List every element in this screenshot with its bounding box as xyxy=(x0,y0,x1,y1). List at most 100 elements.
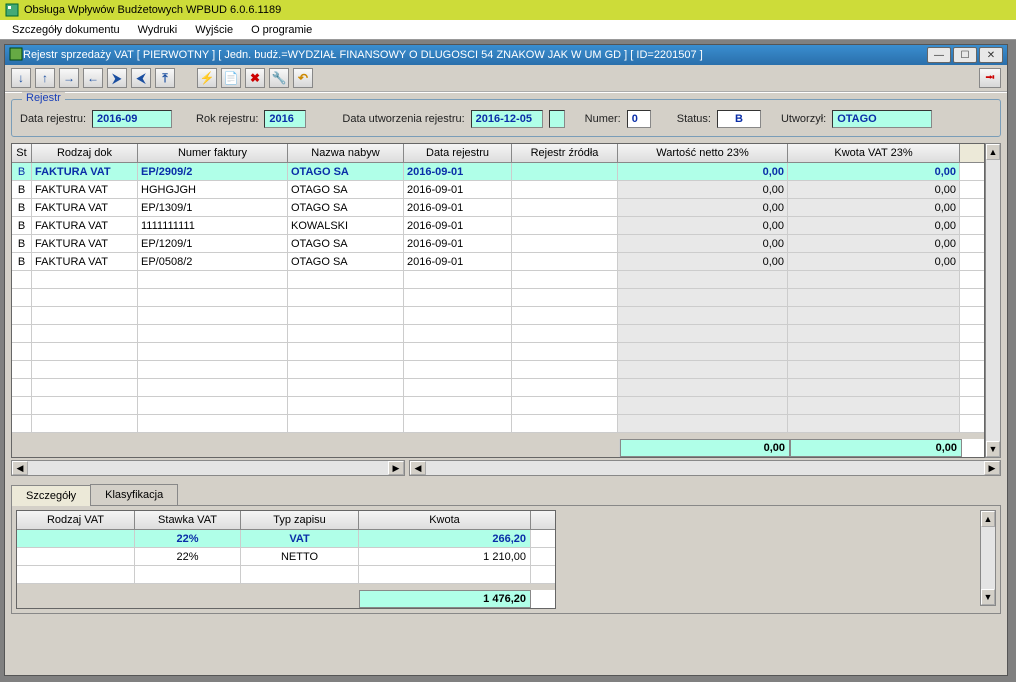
app-icon xyxy=(4,2,20,18)
menu-wydruki[interactable]: Wydruki xyxy=(130,22,186,38)
action-undo-icon[interactable]: ↶ xyxy=(293,68,313,88)
table-row[interactable] xyxy=(12,325,984,343)
nav-left-icon[interactable]: ← xyxy=(83,68,103,88)
detail-grid[interactable]: Rodzaj VAT Stawka VAT Typ zapisu Kwota 2… xyxy=(16,510,556,609)
detail-row[interactable]: 22%NETTO1 210,00 xyxy=(17,548,555,566)
total-netto: 0,00 xyxy=(620,439,790,457)
col-netto[interactable]: Wartość netto 23% xyxy=(618,144,788,162)
dcol-rodzaj[interactable]: Rodzaj VAT xyxy=(17,511,135,529)
table-row[interactable]: BFAKTURA VATHGHGJGHOTAGO SA2016-09-010,0… xyxy=(12,181,984,199)
table-row[interactable] xyxy=(12,415,984,433)
utworz-extra[interactable] xyxy=(549,110,565,128)
action-lightning-icon[interactable]: ⚡ xyxy=(197,68,217,88)
hscroll-left-r-icon[interactable]: ▶ xyxy=(388,461,404,475)
table-row[interactable] xyxy=(12,397,984,415)
grid-vscroll[interactable]: ▲ ▼ xyxy=(985,143,1001,458)
scroll-up-icon[interactable]: ▲ xyxy=(986,144,1000,160)
detail-total: 1 476,20 xyxy=(359,590,531,608)
table-row[interactable] xyxy=(12,289,984,307)
table-row[interactable] xyxy=(12,361,984,379)
mdi-icon xyxy=(9,47,23,64)
table-row[interactable] xyxy=(12,307,984,325)
table-row[interactable]: BFAKTURA VATEP/1309/1OTAGO SA2016-09-010… xyxy=(12,199,984,217)
mdi-window: Rejestr sprzedaży VAT [ PIERWOTNY ] [ Je… xyxy=(4,44,1008,676)
hscroll-left[interactable]: ◀▶ xyxy=(11,460,405,476)
detail-header: Rodzaj VAT Stawka VAT Typ zapisu Kwota xyxy=(17,511,555,530)
table-row[interactable]: BFAKTURA VATEP/2909/2OTAGO SA2016-09-010… xyxy=(12,163,984,181)
menu-szczegoly[interactable]: Szczegóły dokumentu xyxy=(4,22,128,38)
tab-szczegoly[interactable]: Szczegóły xyxy=(11,485,91,506)
rok-field[interactable]: 2016 xyxy=(264,110,306,128)
toolbar: ↓ ↑ → ← ⮞ ⮜ ⤒ ⚡ 📄 ✖ 🔧 ↶ ⭲ xyxy=(5,65,1007,93)
utworzyl-field[interactable]: OTAGO xyxy=(832,110,932,128)
data-rejestru-label: Data rejestru: xyxy=(20,113,86,125)
col-st[interactable]: St xyxy=(12,144,32,162)
totals-row: 0,00 0,00 xyxy=(12,439,984,457)
detail-row[interactable] xyxy=(17,566,555,584)
grid-header: St Rodzaj dok Numer faktury Nazwa nabyw … xyxy=(12,144,984,163)
detail-row[interactable]: 22%VAT266,20 xyxy=(17,530,555,548)
nav-first-icon[interactable]: ⮜ xyxy=(131,68,151,88)
table-row[interactable] xyxy=(12,343,984,361)
dcol-typ[interactable]: Typ zapisu xyxy=(241,511,359,529)
close-button[interactable]: ✕ xyxy=(979,47,1003,63)
detail-total-row: 1 476,20 xyxy=(17,590,555,608)
register-panel: Rejestr Data rejestru: 2016-09 Rok rejes… xyxy=(11,99,1001,137)
tab-panel: Rodzaj VAT Stawka VAT Typ zapisu Kwota 2… xyxy=(11,505,1001,614)
col-nazwa[interactable]: Nazwa nabyw xyxy=(288,144,404,162)
table-row[interactable] xyxy=(12,271,984,289)
dcol-kwota[interactable]: Kwota xyxy=(359,511,531,529)
col-rodzaj[interactable]: Rodzaj dok xyxy=(32,144,138,162)
col-numer[interactable]: Numer faktury xyxy=(138,144,288,162)
action-tool-icon[interactable]: 🔧 xyxy=(269,68,289,88)
exit-icon[interactable]: ⭲ xyxy=(979,68,1001,88)
action-doc-icon[interactable]: 📄 xyxy=(221,68,241,88)
total-vat: 0,00 xyxy=(790,439,962,457)
register-legend: Rejestr xyxy=(22,92,65,104)
utworzyl-label: Utworzył: xyxy=(781,113,826,125)
col-datar[interactable]: Data rejestru xyxy=(404,144,512,162)
dscroll-down-icon[interactable]: ▼ xyxy=(981,589,995,605)
status-label: Status: xyxy=(677,113,711,125)
hscroll-left-l-icon[interactable]: ◀ xyxy=(12,461,28,475)
menubar: Szczegóły dokumentu Wydruki Wyjście O pr… xyxy=(0,20,1016,40)
mdi-title: Rejestr sprzedaży VAT [ PIERWOTNY ] [ Je… xyxy=(23,49,927,61)
main-grid[interactable]: St Rodzaj dok Numer faktury Nazwa nabyw … xyxy=(11,143,985,458)
col-zrodlo[interactable]: Rejestr źródła xyxy=(512,144,618,162)
status-field[interactable]: B xyxy=(717,110,761,128)
nav-down-icon[interactable]: ↓ xyxy=(11,68,31,88)
mdi-titlebar: Rejestr sprzedaży VAT [ PIERWOTNY ] [ Je… xyxy=(5,45,1007,65)
dcol-stawka[interactable]: Stawka VAT xyxy=(135,511,241,529)
numer-field[interactable]: 0 xyxy=(627,110,651,128)
dscroll-up-icon[interactable]: ▲ xyxy=(981,511,995,527)
tabs: Szczegóły Klasyfikacja xyxy=(11,484,1001,505)
table-row[interactable]: BFAKTURA VATEP/0508/2OTAGO SA2016-09-010… xyxy=(12,253,984,271)
hscroll-right-r-icon[interactable]: ▶ xyxy=(984,461,1000,475)
rok-label: Rok rejestru: xyxy=(196,113,258,125)
detail-vscroll[interactable]: ▲ ▼ xyxy=(980,510,996,606)
hscroll-right-l-icon[interactable]: ◀ xyxy=(410,461,426,475)
data-rejestru-field[interactable]: 2016-09 xyxy=(92,110,172,128)
hscroll-right[interactable]: ◀▶ xyxy=(409,460,1001,476)
nav-up-icon[interactable]: ↑ xyxy=(35,68,55,88)
table-row[interactable]: BFAKTURA VATEP/1209/1OTAGO SA2016-09-010… xyxy=(12,235,984,253)
utworz-label: Data utworzenia rejestru: xyxy=(342,113,464,125)
main-grid-wrap: St Rodzaj dok Numer faktury Nazwa nabyw … xyxy=(11,143,1001,458)
table-row[interactable] xyxy=(12,379,984,397)
menu-oprogramie[interactable]: O programie xyxy=(243,22,320,38)
action-delete-icon[interactable]: ✖ xyxy=(245,68,265,88)
table-row[interactable]: BFAKTURA VAT1111111111KOWALSKI2016-09-01… xyxy=(12,217,984,235)
maximize-button[interactable]: ☐ xyxy=(953,47,977,63)
mdi-area: Rejestr sprzedaży VAT [ PIERWOTNY ] [ Je… xyxy=(0,40,1016,682)
utworz-field[interactable]: 2016-12-05 xyxy=(471,110,543,128)
nav-last-icon[interactable]: ⮞ xyxy=(107,68,127,88)
minimize-button[interactable]: ― xyxy=(927,47,951,63)
col-vat[interactable]: Kwota VAT 23% xyxy=(788,144,960,162)
tab-klasyfikacja[interactable]: Klasyfikacja xyxy=(90,484,178,505)
nav-top-icon[interactable]: ⤒ xyxy=(155,68,175,88)
menu-wyjscie[interactable]: Wyjście xyxy=(187,22,241,38)
numer-label: Numer: xyxy=(585,113,621,125)
main-title: Obsługa Wpływów Budżetowych WPBUD 6.0.6.… xyxy=(24,4,281,16)
nav-right-icon[interactable]: → xyxy=(59,68,79,88)
scroll-down-icon[interactable]: ▼ xyxy=(986,441,1000,457)
